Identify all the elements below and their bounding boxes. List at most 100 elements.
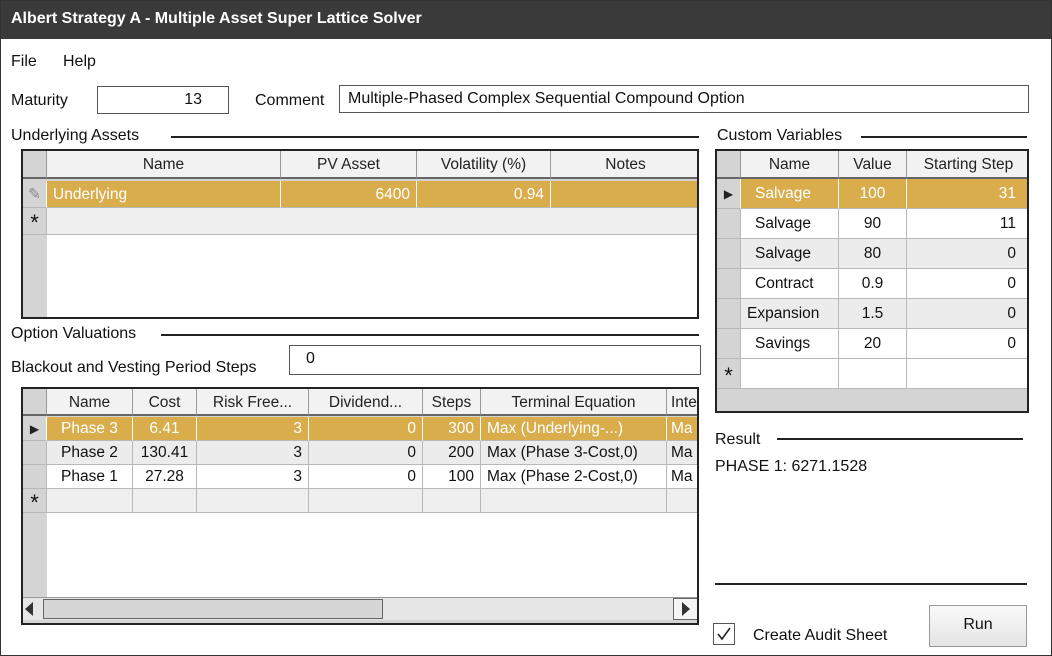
option-cost-cell[interactable]: 6.41 [133, 417, 197, 441]
table-row[interactable]: Phase 2 130.41 3 0 200 Max (Phase 3-Cost… [23, 441, 697, 465]
col-header-value[interactable]: Value [839, 151, 907, 179]
new-row-cell[interactable] [47, 489, 133, 513]
option-riskfree-cell[interactable]: 3 [197, 417, 309, 441]
option-intermediate-cell[interactable]: Ma [667, 465, 697, 489]
new-row-cell[interactable] [839, 359, 907, 389]
col-header-name[interactable]: Name [47, 151, 281, 179]
new-row-cell[interactable] [481, 489, 667, 513]
variable-value-cell[interactable]: 1.5 [839, 299, 907, 329]
option-dividend-cell[interactable]: 0 [309, 465, 423, 489]
option-riskfree-cell[interactable]: 3 [197, 441, 309, 465]
new-row-cell[interactable] [667, 489, 697, 513]
table-row[interactable]: Savings 20 0 [717, 329, 1027, 359]
col-header-pv-asset[interactable]: PV Asset [281, 151, 417, 179]
variable-name-cell[interactable]: Salvage [741, 209, 839, 239]
new-row[interactable]: * [717, 359, 1027, 389]
option-steps-cell[interactable]: 300 [423, 417, 481, 441]
variable-step-cell[interactable]: 0 [907, 239, 1027, 269]
col-header-name[interactable]: Name [47, 389, 133, 416]
variable-name-cell[interactable]: Savings [741, 329, 839, 359]
option-riskfree-cell[interactable]: 3 [197, 465, 309, 489]
variable-value-cell[interactable]: 80 [839, 239, 907, 269]
new-row-cell[interactable] [741, 359, 839, 389]
asset-notes-cell[interactable] [551, 181, 697, 208]
col-header-starting-step[interactable]: Starting Step [907, 151, 1027, 179]
variable-step-cell[interactable]: 0 [907, 329, 1027, 359]
new-row[interactable]: * [23, 489, 697, 513]
option-intermediate-cell[interactable]: Ma [667, 417, 697, 441]
option-equation-cell[interactable]: Max (Underlying-...) [481, 417, 667, 441]
col-header-name[interactable]: Name [741, 151, 839, 179]
col-header-cost[interactable]: Cost [133, 389, 197, 416]
audit-checkbox[interactable] [713, 623, 735, 645]
variable-name-cell[interactable]: Contract [741, 269, 839, 299]
variable-step-cell[interactable]: 11 [907, 209, 1027, 239]
run-button[interactable]: Run [929, 605, 1027, 647]
variable-value-cell[interactable]: 20 [839, 329, 907, 359]
option-dividend-cell[interactable]: 0 [309, 417, 423, 441]
scroll-left-icon[interactable] [25, 602, 33, 616]
new-row-asterisk-icon: * [23, 208, 47, 235]
table-row[interactable]: Contract 0.9 0 [717, 269, 1027, 299]
current-row-arrow-icon: ▶ [23, 417, 47, 441]
variable-name-cell[interactable]: Salvage [741, 179, 839, 209]
new-row-cell[interactable] [423, 489, 481, 513]
table-row[interactable]: ✎ Underlying 6400 0.94 [23, 181, 697, 208]
col-header-dividend[interactable]: Dividend... [309, 389, 423, 416]
maturity-input[interactable]: 13 [97, 86, 229, 114]
variable-name-cell[interactable]: Salvage [741, 239, 839, 269]
blackout-input[interactable]: 0 [289, 345, 701, 375]
option-cost-cell[interactable]: 27.28 [133, 465, 197, 489]
asset-name-cell[interactable]: Underlying [47, 181, 281, 208]
variable-value-cell[interactable]: 90 [839, 209, 907, 239]
variable-step-cell[interactable]: 0 [907, 269, 1027, 299]
variable-name-cell[interactable]: Expansion [741, 299, 839, 329]
variable-value-cell[interactable]: 0.9 [839, 269, 907, 299]
menu-help[interactable]: Help [63, 53, 96, 71]
table-row[interactable]: ▶ Phase 3 6.41 3 0 300 Max (Underlying-.… [23, 417, 697, 441]
menu-file[interactable]: File [11, 53, 37, 71]
col-header-terminal-equation[interactable]: Terminal Equation [481, 389, 667, 416]
scroll-right-button[interactable] [673, 598, 697, 620]
underlying-header-row: Name PV Asset Volatility (%) Notes [23, 151, 697, 179]
option-steps-cell[interactable]: 200 [423, 441, 481, 465]
row-header-corner [717, 151, 741, 179]
col-header-volatility[interactable]: Volatility (%) [417, 151, 551, 179]
col-header-notes[interactable]: Notes [551, 151, 697, 179]
option-name-cell[interactable]: Phase 2 [47, 441, 133, 465]
new-row[interactable]: * [23, 208, 697, 235]
title-bar: Albert Strategy A - Multiple Asset Super… [1, 1, 1051, 39]
variable-step-cell[interactable]: 31 [907, 179, 1027, 209]
table-row[interactable]: Expansion 1.5 0 [717, 299, 1027, 329]
new-row-cell[interactable] [309, 489, 423, 513]
option-steps-cell[interactable]: 100 [423, 465, 481, 489]
table-row[interactable]: Salvage 80 0 [717, 239, 1027, 269]
col-header-risk-free[interactable]: Risk Free... [197, 389, 309, 416]
custom-variables-grid: Name Value Starting Step ▶ Salvage 100 3… [715, 149, 1029, 413]
option-intermediate-cell[interactable]: Ma [667, 441, 697, 465]
table-row[interactable]: ▶ Salvage 100 31 [717, 179, 1027, 209]
comment-input[interactable]: Multiple-Phased Complex Sequential Compo… [339, 85, 1029, 113]
col-header-steps[interactable]: Steps [423, 389, 481, 416]
row-header [717, 239, 741, 269]
table-row[interactable]: Salvage 90 11 [717, 209, 1027, 239]
option-dividend-cell[interactable]: 0 [309, 441, 423, 465]
variable-value-cell[interactable]: 100 [839, 179, 907, 209]
option-equation-cell[interactable]: Max (Phase 3-Cost,0) [481, 441, 667, 465]
new-row-cell[interactable] [197, 489, 309, 513]
scrollbar-thumb[interactable] [43, 599, 383, 619]
table-row[interactable]: Phase 1 27.28 3 0 100 Max (Phase 2-Cost,… [23, 465, 697, 489]
option-name-cell[interactable]: Phase 3 [47, 417, 133, 441]
new-row-cell[interactable] [907, 359, 1027, 389]
new-row-cell[interactable] [47, 208, 697, 235]
asset-pv-cell[interactable]: 6400 [281, 181, 417, 208]
horizontal-scrollbar[interactable] [23, 597, 697, 620]
option-equation-cell[interactable]: Max (Phase 2-Cost,0) [481, 465, 667, 489]
variable-step-cell[interactable]: 0 [907, 299, 1027, 329]
asset-volatility-cell[interactable]: 0.94 [417, 181, 551, 208]
option-cost-cell[interactable]: 130.41 [133, 441, 197, 465]
row-header-corner [23, 389, 47, 416]
option-name-cell[interactable]: Phase 1 [47, 465, 133, 489]
new-row-cell[interactable] [133, 489, 197, 513]
col-header-intermediate[interactable]: Inte [667, 389, 697, 416]
